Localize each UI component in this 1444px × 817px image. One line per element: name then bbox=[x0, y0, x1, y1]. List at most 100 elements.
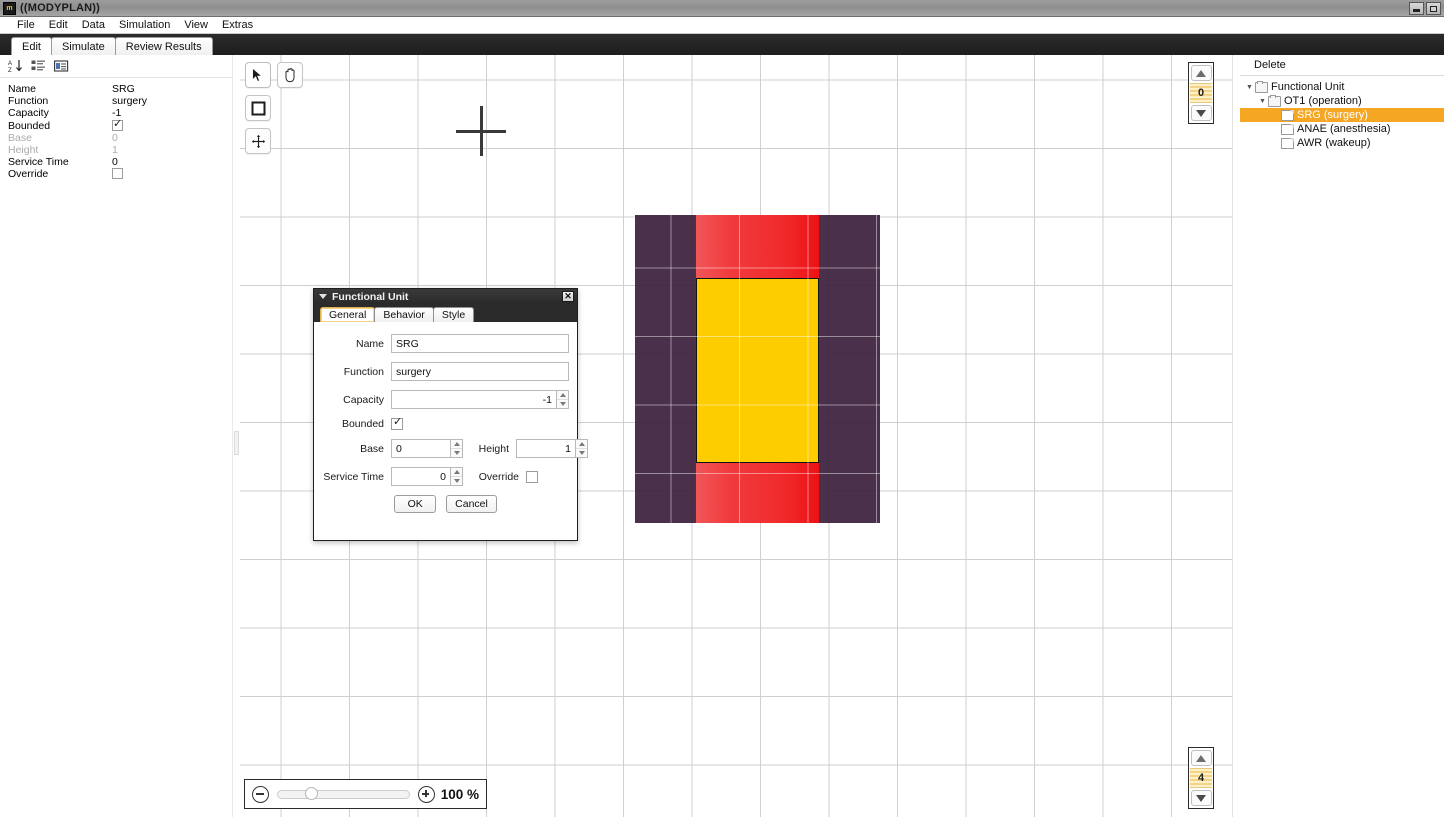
function-label: Function bbox=[343, 365, 384, 378]
dialog-tab-general[interactable]: General bbox=[320, 307, 376, 322]
hand-icon bbox=[283, 67, 298, 83]
height-spinner-up[interactable] bbox=[576, 440, 587, 449]
floor-spinner-bottom-down-button[interactable] bbox=[1190, 790, 1212, 806]
rectangle-tool-button[interactable] bbox=[245, 95, 271, 121]
base-spinner[interactable]: 0 bbox=[391, 439, 463, 458]
dialog-body: Name SRG Function surgery Capacity -1 Bo… bbox=[314, 322, 588, 519]
move-tool-button[interactable] bbox=[245, 128, 271, 154]
bounded-checkbox[interactable] bbox=[391, 416, 403, 430]
app-icon: m bbox=[3, 1, 16, 15]
name-input[interactable]: SRG bbox=[391, 334, 569, 353]
base-spinner-down[interactable] bbox=[451, 449, 462, 457]
tree-node-ot1[interactable]: ▼ OT1 (operation) bbox=[1240, 94, 1444, 108]
capacity-label: Capacity bbox=[343, 393, 384, 406]
dialog-tab-style[interactable]: Style bbox=[432, 307, 475, 322]
property-value[interactable]: SRG bbox=[112, 83, 232, 95]
height-input[interactable]: 1 bbox=[516, 439, 575, 458]
base-spinner-arrows[interactable] bbox=[450, 439, 463, 458]
menu-item-data[interactable]: Data bbox=[75, 18, 112, 33]
menu-item-view[interactable]: View bbox=[177, 18, 215, 33]
capacity-input[interactable]: -1 bbox=[391, 390, 556, 409]
property-label: Bounded bbox=[8, 119, 51, 132]
base-input[interactable]: 0 bbox=[391, 439, 450, 458]
floor-spinner-up-button[interactable] bbox=[1190, 65, 1212, 81]
hand-tool-button[interactable] bbox=[277, 62, 303, 88]
splitter-handle[interactable] bbox=[234, 431, 239, 455]
property-value[interactable]: -1 bbox=[112, 107, 232, 119]
tab-simulate[interactable]: Simulate bbox=[50, 37, 116, 55]
tree-node-anae[interactable]: ANAE (anesthesia) bbox=[1240, 122, 1444, 136]
maximize-button[interactable] bbox=[1426, 1, 1441, 15]
property-label: Override bbox=[8, 168, 49, 181]
sort-alphabetic-icon[interactable]: A Z bbox=[8, 59, 23, 74]
close-icon[interactable]: ✕ bbox=[562, 291, 574, 302]
tree-node-srg[interactable]: SRG (surgery) bbox=[1240, 108, 1444, 122]
zoom-in-icon[interactable] bbox=[417, 785, 435, 803]
property-label: Name bbox=[8, 83, 37, 96]
function-input[interactable]: surgery bbox=[391, 362, 569, 381]
zoom-slider[interactable] bbox=[277, 787, 410, 800]
service-time-spinner-arrows[interactable] bbox=[450, 467, 463, 486]
functional-unit-shape[interactable] bbox=[635, 215, 880, 523]
chevron-down-icon[interactable]: ▼ bbox=[1244, 84, 1255, 91]
tree-node-functional-unit[interactable]: ▼ Functional Unit bbox=[1240, 80, 1444, 94]
floor-spinner-top[interactable]: 0 bbox=[1188, 62, 1214, 124]
property-value[interactable]: surgery bbox=[112, 95, 232, 107]
menu-item-file[interactable]: File bbox=[10, 18, 42, 33]
zoom-slider-thumb[interactable] bbox=[304, 787, 318, 800]
zoom-level-label: 100 % bbox=[440, 786, 479, 802]
property-row-bounded[interactable]: Bounded bbox=[0, 118, 232, 132]
chevron-down-icon[interactable]: ▼ bbox=[1257, 98, 1268, 105]
categorized-icon[interactable] bbox=[31, 59, 46, 73]
property-row-base: Base 0 bbox=[0, 132, 232, 144]
move-icon bbox=[250, 133, 266, 149]
menu-item-edit[interactable]: Edit bbox=[42, 18, 75, 33]
dialog-tab-behavior[interactable]: Behavior bbox=[374, 307, 434, 322]
capacity-spinner-up[interactable] bbox=[557, 391, 568, 400]
service-time-spinner[interactable]: 0 bbox=[391, 467, 463, 486]
triangle-down-icon bbox=[578, 451, 585, 455]
menu-item-simulation[interactable]: Simulation bbox=[112, 18, 177, 33]
property-row-name[interactable]: Name SRG bbox=[0, 83, 232, 95]
property-row-override[interactable]: Override bbox=[0, 168, 232, 180]
property-pages-icon[interactable] bbox=[54, 59, 69, 73]
property-value[interactable]: 0 bbox=[112, 156, 232, 168]
ok-button[interactable]: OK bbox=[394, 495, 437, 513]
triangle-down-icon bbox=[453, 479, 460, 483]
property-row-service-time[interactable]: Service Time 0 bbox=[0, 156, 232, 168]
bounded-checkbox[interactable] bbox=[112, 118, 123, 131]
zoom-out-icon[interactable] bbox=[252, 785, 269, 803]
base-spinner-up[interactable] bbox=[451, 440, 462, 449]
capacity-spinner-down[interactable] bbox=[557, 400, 568, 408]
height-label: Height bbox=[478, 442, 509, 455]
menu-item-extras[interactable]: Extras bbox=[215, 18, 260, 33]
floor-spinner-down-button[interactable] bbox=[1190, 105, 1212, 121]
capacity-spinner[interactable]: -1 bbox=[391, 390, 569, 409]
delete-button[interactable]: Delete bbox=[1240, 55, 1444, 76]
height-spinner-down[interactable] bbox=[576, 449, 587, 457]
tab-review-results[interactable]: Review Results bbox=[114, 37, 213, 55]
minimize-button[interactable] bbox=[1409, 1, 1424, 15]
triangle-up-icon bbox=[453, 442, 460, 446]
override-checkbox[interactable] bbox=[526, 470, 538, 483]
collapse-triangle-icon[interactable] bbox=[319, 294, 327, 299]
model-tree: ▼ Functional Unit ▼ OT1 (operation) SRG … bbox=[1240, 76, 1444, 150]
pointer-tool-button[interactable] bbox=[245, 62, 271, 88]
crosshair-vertical bbox=[480, 106, 483, 156]
property-value bbox=[112, 118, 232, 132]
height-spinner-arrows[interactable] bbox=[575, 439, 588, 458]
override-checkbox[interactable] bbox=[112, 168, 123, 180]
service-time-input[interactable]: 0 bbox=[391, 467, 450, 486]
tab-edit[interactable]: Edit bbox=[11, 37, 52, 55]
service-time-spinner-down[interactable] bbox=[451, 477, 462, 485]
service-time-spinner-up[interactable] bbox=[451, 468, 462, 477]
tree-node-awr[interactable]: AWR (wakeup) bbox=[1240, 136, 1444, 150]
floor-spinner-bottom[interactable]: 4 bbox=[1188, 747, 1214, 809]
capacity-spinner-arrows[interactable] bbox=[556, 390, 569, 409]
cancel-button[interactable]: Cancel bbox=[446, 495, 497, 513]
height-spinner[interactable]: 1 bbox=[516, 439, 588, 458]
folder-icon bbox=[1268, 94, 1281, 107]
property-row-function[interactable]: Function surgery bbox=[0, 95, 232, 107]
floor-spinner-bottom-up-button[interactable] bbox=[1190, 750, 1212, 766]
dialog-titlebar[interactable]: Functional Unit ✕ bbox=[314, 289, 577, 304]
